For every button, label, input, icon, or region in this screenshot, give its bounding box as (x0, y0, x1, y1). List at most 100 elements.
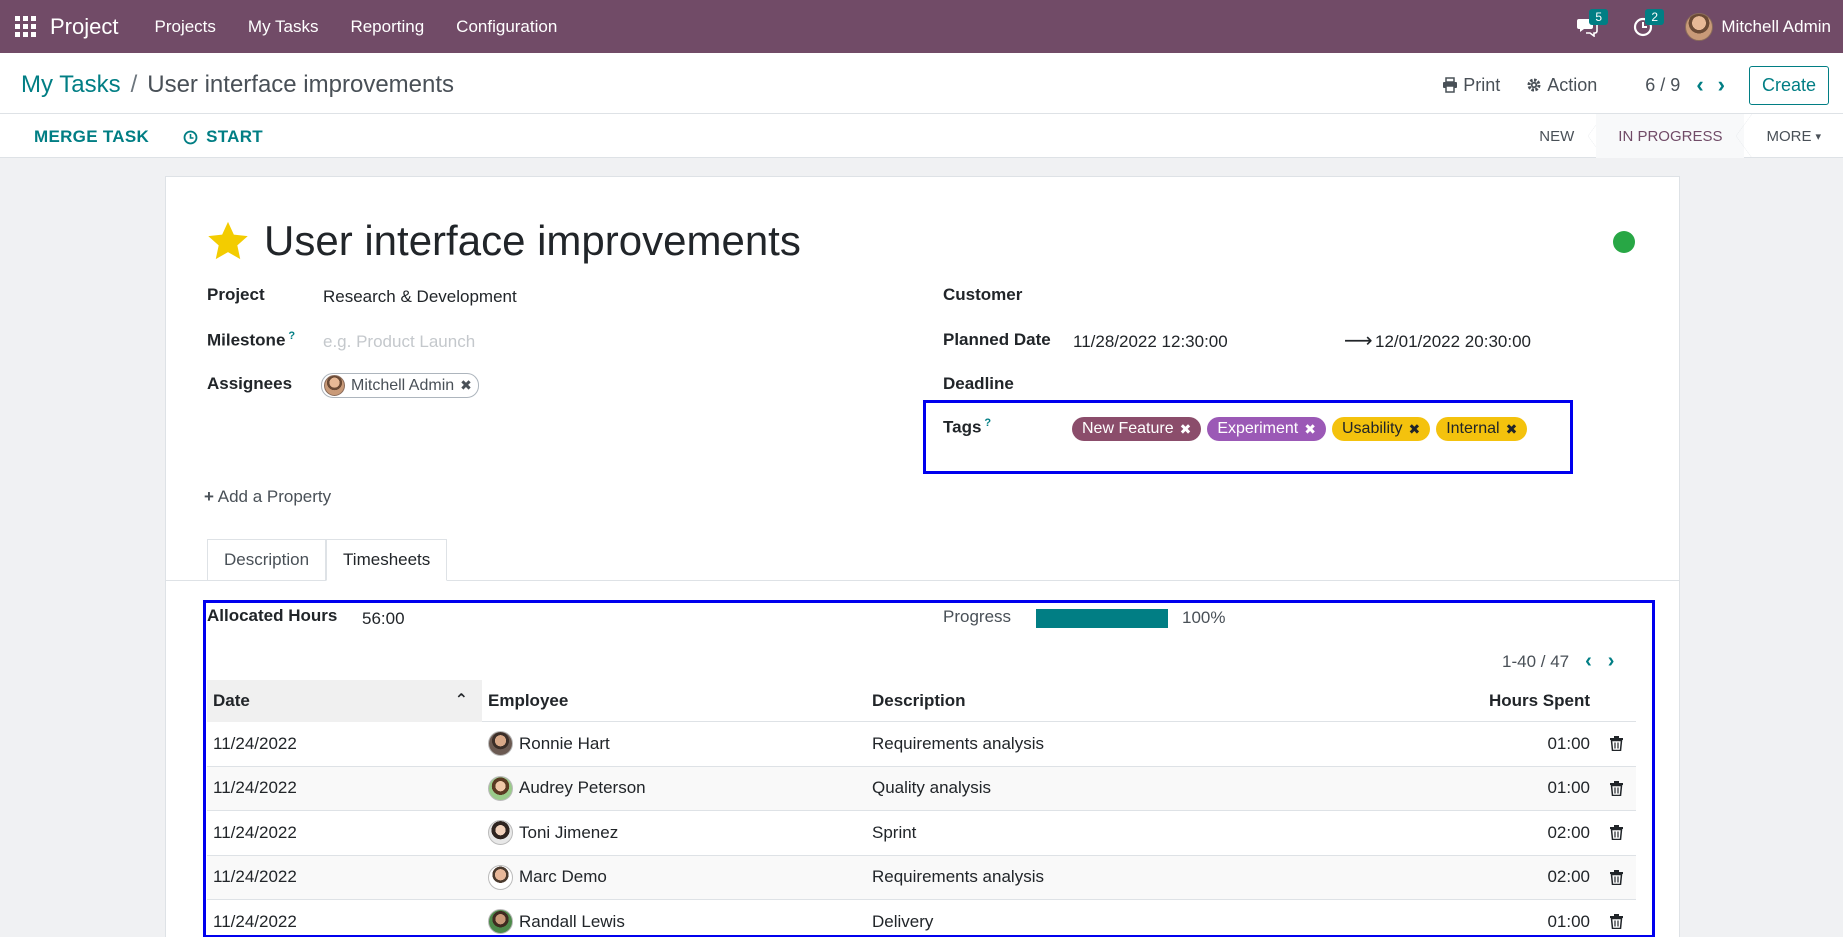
menu-projects[interactable]: Projects (154, 17, 215, 37)
row-description[interactable]: Requirements analysis (866, 867, 1416, 887)
column-header-hours-spent[interactable]: Hours Spent (1416, 691, 1596, 711)
row-description[interactable]: Quality analysis (866, 778, 1416, 798)
row-description[interactable]: Requirements analysis (866, 734, 1416, 754)
breadcrumb-separator: / (130, 71, 138, 98)
row-date[interactable]: 11/24/2022 (207, 912, 482, 932)
remove-tag-icon[interactable]: ✖ (1180, 421, 1192, 438)
tag-new-feature[interactable]: New Feature ✖ (1072, 417, 1202, 441)
pager-prev-icon[interactable]: ‹ (1696, 72, 1703, 98)
start-button[interactable]: START (183, 127, 263, 147)
tag-label: Internal (1446, 420, 1500, 437)
progress-value: 100% (1182, 608, 1226, 627)
print-button[interactable]: Print (1442, 75, 1500, 96)
delete-row-button[interactable] (1596, 914, 1636, 930)
assignee-avatar (324, 375, 345, 396)
tab-description[interactable]: Description (207, 539, 327, 581)
tag-internal[interactable]: Internal ✖ (1436, 417, 1528, 441)
trash-icon (1609, 914, 1623, 930)
column-header-description[interactable]: Description (866, 691, 1416, 711)
action-label: Action (1547, 74, 1598, 95)
stage-in-progress[interactable]: IN PROGRESS (1596, 114, 1753, 158)
row-hours[interactable]: 01:00 (1416, 912, 1596, 932)
column-header-employee[interactable]: Employee (482, 691, 866, 711)
row-employee[interactable]: Marc Demo (482, 864, 866, 890)
timesheet-next-icon[interactable]: › (1608, 650, 1615, 673)
row-hours[interactable]: 01:00 (1416, 734, 1596, 754)
table-row[interactable]: 11/24/2022 Audrey Peterson Quality analy… (207, 766, 1636, 811)
delete-row-button[interactable] (1596, 736, 1636, 752)
row-hours[interactable]: 01:00 (1416, 778, 1596, 798)
timesheet-prev-icon[interactable]: ‹ (1585, 650, 1592, 673)
delete-row-button[interactable] (1596, 825, 1636, 841)
milestone-help-icon[interactable]: ? (288, 330, 295, 342)
tags-field[interactable]: New Feature ✖ Experiment ✖ Usability ✖ Inte… (1072, 417, 1533, 441)
row-description[interactable]: Delivery (866, 912, 1416, 932)
planned-start-field[interactable]: 11/28/2022 12:30:00 (1073, 332, 1228, 352)
allocated-hours-value[interactable]: 56:00 (362, 609, 405, 629)
menu-configuration[interactable]: Configuration (456, 17, 557, 37)
project-field[interactable]: Research & Development (323, 287, 517, 307)
remove-tag-icon[interactable]: ✖ (1408, 421, 1420, 438)
row-hours[interactable]: 02:00 (1416, 867, 1596, 887)
table-row[interactable]: 11/24/2022 Randall Lewis Delivery 01:00 (207, 900, 1636, 937)
tag-usability[interactable]: Usability ✖ (1331, 417, 1431, 441)
tab-timesheets[interactable]: Timesheets (326, 539, 448, 581)
notebook-tabs: Description Timesheets (207, 539, 448, 581)
table-row[interactable]: 11/24/2022 Marc Demo Requirements analys… (207, 855, 1636, 900)
planned-date-label: Planned Date (943, 330, 1051, 349)
star-icon[interactable] (206, 220, 250, 262)
breadcrumb-my-tasks[interactable]: My Tasks (21, 71, 121, 99)
row-hours[interactable]: 02:00 (1416, 823, 1596, 843)
activities-button[interactable]: 2 (1629, 8, 1665, 41)
row-description[interactable]: Sprint (866, 823, 1416, 843)
remove-tag-icon[interactable]: ✖ (1506, 421, 1518, 438)
delete-row-button[interactable] (1596, 780, 1636, 796)
user-menu[interactable]: Mitchell Admin (1685, 12, 1831, 41)
apps-grid-icon[interactable] (15, 15, 37, 38)
row-employee[interactable]: Toni Jimenez (482, 820, 866, 846)
column-header-date[interactable]: Date ⌃ (207, 679, 482, 722)
stage-new[interactable]: NEW (1517, 114, 1605, 158)
menu-my-tasks[interactable]: My Tasks (248, 17, 319, 37)
row-date[interactable]: 11/24/2022 (207, 778, 482, 798)
milestone-input[interactable]: e.g. Product Launch (323, 332, 475, 352)
tags-label-text: Tags (943, 417, 982, 437)
row-employee[interactable]: Audrey Peterson (482, 775, 866, 801)
app-name[interactable]: Project (50, 14, 118, 40)
allocated-hours-label: Allocated Hours (207, 606, 338, 625)
row-date[interactable]: 11/24/2022 (207, 823, 482, 843)
statusbar-actions: MERGE TASK START (34, 127, 297, 147)
employee-name: Marc Demo (519, 867, 607, 887)
stage-more-dropdown[interactable]: MORE ▾ (1744, 114, 1843, 158)
tags-help-icon[interactable]: ? (984, 417, 991, 429)
kanban-state-indicator[interactable] (1613, 231, 1635, 253)
pager-next-icon[interactable]: › (1718, 72, 1725, 98)
merge-task-button[interactable]: MERGE TASK (34, 127, 149, 147)
tag-label: Usability (1341, 420, 1403, 437)
planned-end-field[interactable]: 12/01/2022 20:30:00 (1375, 332, 1531, 352)
gear-icon (1527, 78, 1541, 92)
row-employee[interactable]: Ronnie Hart (482, 731, 866, 757)
create-button[interactable]: Create (1748, 65, 1829, 105)
assignee-pill[interactable]: Mitchell Admin ✖ (321, 373, 479, 398)
remove-tag-icon[interactable]: ✖ (1304, 421, 1316, 438)
add-property-label: Add a Property (217, 487, 332, 506)
row-date[interactable]: 11/24/2022 (207, 734, 482, 754)
menu-reporting[interactable]: Reporting (350, 17, 424, 37)
add-property-button[interactable]: + Add a Property (204, 487, 331, 507)
merge-task-label: MERGE TASK (34, 127, 150, 146)
employee-avatar (488, 820, 513, 846)
remove-assignee-icon[interactable]: ✖ (460, 377, 472, 394)
task-title[interactable]: User interface improvements (264, 217, 801, 265)
table-row[interactable]: 11/24/2022 Ronnie Hart Requirements anal… (207, 722, 1636, 767)
action-button[interactable]: Action (1526, 75, 1597, 96)
row-employee[interactable]: Randall Lewis (482, 909, 866, 935)
timesheet-pager-value[interactable]: 1-40 / 47 (1502, 652, 1569, 672)
table-row[interactable]: 11/24/2022 Toni Jimenez Sprint 02:00 (207, 811, 1636, 856)
messages-badge: 5 (1589, 8, 1609, 25)
tag-experiment[interactable]: Experiment ✖ (1207, 417, 1326, 441)
delete-row-button[interactable] (1596, 869, 1636, 885)
row-date[interactable]: 11/24/2022 (207, 867, 482, 887)
tags-label: Tags? (943, 417, 991, 438)
messages-button[interactable]: 5 (1573, 8, 1609, 41)
